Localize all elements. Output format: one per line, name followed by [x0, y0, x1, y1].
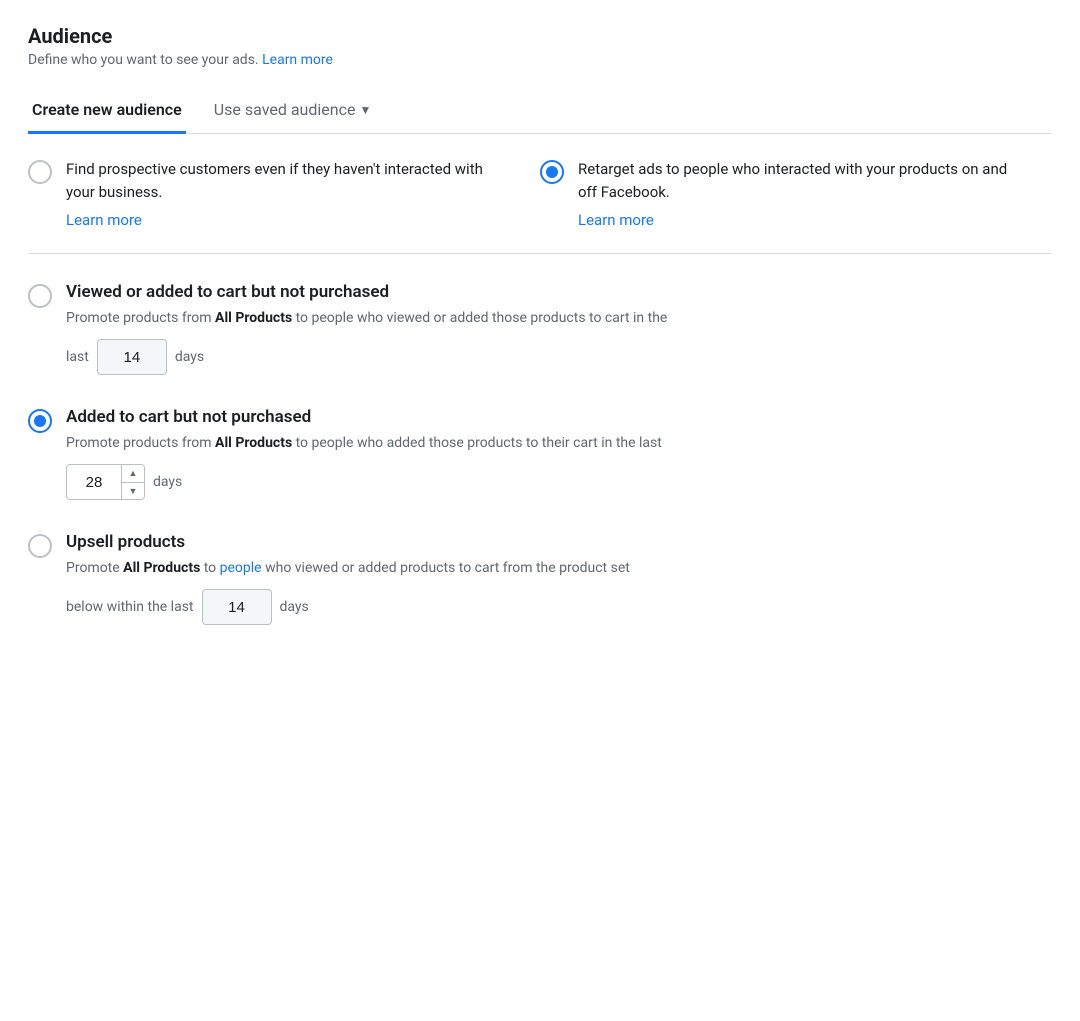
added-cart-days-row: ▲ ▼ days [66, 464, 1052, 500]
prospective-content: Find prospective customers even if they … [66, 158, 500, 229]
added-cart-desc: Promote products from All Products to pe… [66, 433, 1052, 454]
upsell-days-input[interactable] [202, 589, 272, 625]
added-cart-spinner: ▲ ▼ [66, 464, 145, 500]
spinner-buttons: ▲ ▼ [122, 464, 144, 500]
upsell-days-label: below within the last [66, 599, 194, 615]
page-header: Audience Define who you want to see your… [28, 24, 1052, 68]
added-cart-days-suffix: days [153, 474, 182, 490]
audience-option-prospective[interactable]: Find prospective customers even if they … [28, 158, 540, 229]
page-subtitle: Define who you want to see your ads. Lea… [28, 52, 1052, 68]
viewed-days-row: last days [66, 339, 1052, 375]
audience-option-retarget[interactable]: Retarget ads to people who interacted wi… [540, 158, 1052, 229]
radio-retarget[interactable] [540, 160, 564, 184]
spinner-down-button[interactable]: ▼ [122, 483, 144, 501]
retarget-learn-more[interactable]: Learn more [578, 211, 654, 229]
chevron-down-icon: ▼ [359, 103, 371, 117]
retarget-option-upsell: Upsell products Promote All Products to … [28, 516, 1052, 641]
upsell-days-suffix: days [280, 599, 309, 615]
radio-added-to-cart[interactable] [28, 409, 52, 433]
upsell-desc: Promote All Products to people who viewe… [66, 558, 1052, 579]
viewed-option-content: Viewed or added to cart but not purchase… [66, 282, 1052, 375]
tab-use-saved[interactable]: Use saved audience ▼ [210, 88, 376, 134]
viewed-option-desc: Promote products from All Products to pe… [66, 308, 1052, 329]
radio-upsell[interactable] [28, 534, 52, 558]
tabs-container: Create new audience Use saved audience ▼ [28, 88, 1052, 134]
retarget-text: Retarget ads to people who interacted wi… [578, 158, 1012, 203]
added-cart-content: Added to cart but not purchased Promote … [66, 407, 1052, 500]
prospective-text: Find prospective customers even if they … [66, 158, 500, 203]
retarget-option-added-cart: Added to cart but not purchased Promote … [28, 391, 1052, 516]
radio-prospective[interactable] [28, 160, 52, 184]
retarget-content: Retarget ads to people who interacted wi… [578, 158, 1012, 229]
upsell-people-link[interactable]: people [220, 560, 262, 576]
page-title: Audience [28, 24, 1052, 48]
viewed-days-prefix: last [66, 349, 89, 365]
header-learn-more-link[interactable]: Learn more [262, 52, 333, 68]
viewed-days-input[interactable] [97, 339, 167, 375]
retarget-option-viewed: Viewed or added to cart but not purchase… [28, 266, 1052, 391]
prospective-learn-more[interactable]: Learn more [66, 211, 142, 229]
radio-viewed-or-added[interactable] [28, 284, 52, 308]
audience-type-options: Find prospective customers even if they … [28, 134, 1052, 254]
viewed-option-title: Viewed or added to cart but not purchase… [66, 282, 1052, 302]
upsell-title: Upsell products [66, 532, 1052, 552]
retarget-options: Viewed or added to cart but not purchase… [28, 254, 1052, 641]
viewed-days-suffix: days [175, 349, 204, 365]
added-cart-days-input[interactable] [67, 464, 122, 500]
spinner-up-button[interactable]: ▲ [122, 464, 144, 483]
added-cart-title: Added to cart but not purchased [66, 407, 1052, 427]
upsell-content: Upsell products Promote All Products to … [66, 532, 1052, 625]
tab-create-new[interactable]: Create new audience [28, 88, 186, 134]
upsell-days-row: below within the last days [66, 589, 1052, 625]
